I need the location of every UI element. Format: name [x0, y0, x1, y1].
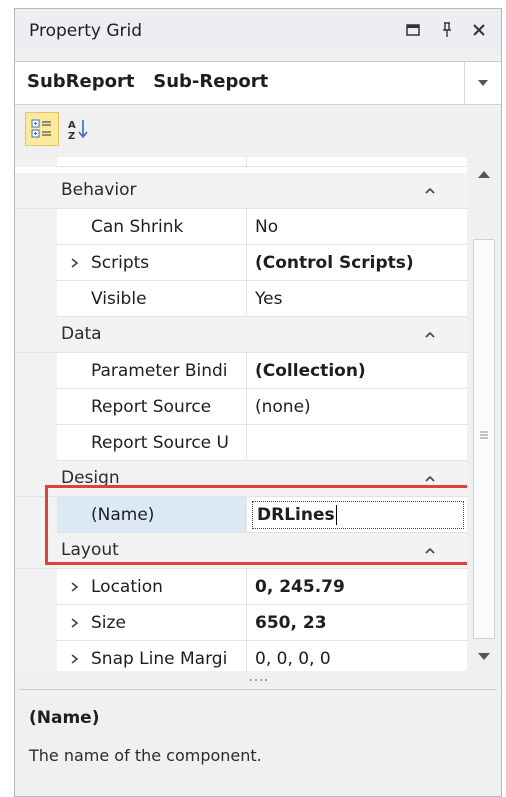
vertical-scrollbar[interactable] — [467, 157, 501, 671]
property-row-can-shrink[interactable]: Can Shrink No — [15, 209, 467, 245]
property-name: Report Source — [57, 389, 247, 425]
property-row-report-source[interactable]: Report Source (none) — [15, 389, 467, 425]
category-label: Behavior — [61, 180, 137, 200]
property-name: Snap Line Margi — [91, 649, 228, 669]
grip-icon — [480, 431, 488, 439]
category-behavior[interactable]: Behavior — [15, 173, 467, 209]
name-edit-field[interactable]: DRLines — [252, 501, 464, 529]
svg-text:A: A — [68, 120, 76, 131]
property-row-snap-line-margin[interactable]: Snap Line Margi 0, 0, 0, 0 — [15, 641, 467, 671]
property-row-partial — [15, 157, 467, 167]
scroll-up-arrow-icon[interactable] — [467, 159, 501, 189]
property-row-location[interactable]: Location 0, 245.79 — [15, 569, 467, 605]
maximize-icon[interactable] — [401, 18, 425, 42]
category-label: Data — [61, 324, 102, 344]
category-data[interactable]: Data — [15, 317, 467, 353]
property-value[interactable] — [247, 425, 467, 461]
expand-chevron-icon[interactable] — [67, 245, 83, 280]
object-selector-text: SubReport Sub-Report — [27, 71, 269, 92]
description-title: (Name) — [29, 708, 100, 728]
close-icon[interactable] — [467, 18, 491, 42]
property-row-report-source-url[interactable]: Report Source U — [15, 425, 467, 461]
property-name: Visible — [57, 281, 247, 317]
property-name: (Name) — [57, 497, 247, 533]
object-selector[interactable]: SubReport Sub-Report — [15, 61, 501, 105]
property-row-parameter-bindings[interactable]: Parameter Bindi (Collection) — [15, 353, 467, 389]
property-row-scripts[interactable]: Scripts (Control Scripts) — [15, 245, 467, 281]
category-label: Layout — [61, 540, 119, 560]
property-name: Report Source U — [57, 425, 247, 461]
property-value[interactable]: 0, 245.79 — [247, 569, 467, 605]
category-layout[interactable]: Layout — [15, 533, 467, 569]
scroll-down-arrow-icon[interactable] — [467, 641, 501, 671]
pin-icon[interactable] — [435, 18, 459, 42]
property-value[interactable]: Yes — [247, 281, 467, 317]
property-value[interactable]: (Collection) — [247, 353, 467, 389]
property-value[interactable]: 650, 23 — [247, 605, 467, 641]
property-grid: Behavior Can Shrink No Scripts (Control … — [15, 157, 467, 671]
expand-chevron-icon[interactable] — [67, 569, 83, 604]
panel-title: Property Grid — [29, 21, 143, 41]
property-name: Location — [91, 577, 163, 597]
property-name: Parameter Bindi — [57, 353, 247, 389]
grip-dots-icon — [250, 679, 267, 681]
alphabetical-sort-icon[interactable]: A Z — [61, 112, 95, 146]
property-value[interactable]: 0, 0, 0, 0 — [247, 641, 467, 671]
property-row-name[interactable]: (Name) DRLines — [15, 497, 467, 533]
dropdown-arrow-icon[interactable] — [464, 62, 501, 104]
property-name: Can Shrink — [57, 209, 247, 245]
expand-chevron-icon[interactable] — [67, 641, 83, 671]
category-label: Design — [61, 468, 120, 488]
collapse-icon[interactable] — [423, 472, 437, 486]
category-design[interactable]: Design — [15, 461, 467, 497]
property-name: Size — [91, 613, 126, 633]
categorized-view-icon[interactable] — [25, 112, 59, 146]
title-bar: Property Grid — [15, 9, 501, 53]
description-panel: (Name) The name of the component. — [19, 689, 497, 793]
expand-chevron-icon[interactable] — [67, 605, 83, 640]
scrollbar-thumb[interactable] — [473, 239, 495, 639]
property-value[interactable]: (none) — [247, 389, 467, 425]
text-caret — [335, 505, 337, 525]
collapse-icon[interactable] — [423, 328, 437, 342]
collapse-icon[interactable] — [423, 184, 437, 198]
property-value[interactable]: No — [247, 209, 467, 245]
splitter-handle[interactable] — [15, 673, 501, 687]
property-value[interactable]: (Control Scripts) — [247, 245, 467, 281]
property-grid-panel: Property Grid SubReport Sub-Report A Z B… — [14, 8, 502, 797]
collapse-icon[interactable] — [423, 544, 437, 558]
description-text: The name of the component. — [29, 746, 262, 765]
property-row-visible[interactable]: Visible Yes — [15, 281, 467, 317]
property-row-size[interactable]: Size 650, 23 — [15, 605, 467, 641]
property-name: Scripts — [91, 253, 150, 273]
svg-text:Z: Z — [68, 131, 75, 141]
toolbar: A Z — [15, 103, 501, 155]
